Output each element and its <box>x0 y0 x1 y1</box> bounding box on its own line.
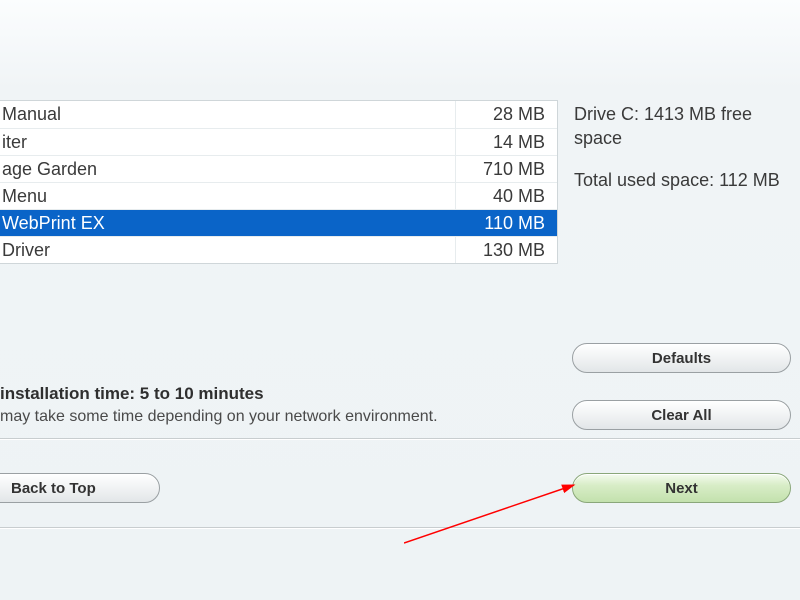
software-name: iter <box>0 129 455 155</box>
drive-free-text: Drive C: 1413 MB free space <box>574 102 784 150</box>
software-name: Menu <box>0 183 455 209</box>
software-size: 130 MB <box>455 237 557 263</box>
software-row[interactable]: WebPrint EX110 MB <box>0 209 557 236</box>
total-used-text: Total used space: 112 MB <box>574 168 784 192</box>
software-row[interactable]: Manual28 MB <box>0 101 557 128</box>
next-button[interactable]: Next <box>572 473 791 503</box>
software-size: 40 MB <box>455 183 557 209</box>
clear-all-button[interactable]: Clear All <box>572 400 791 430</box>
install-estimate-title: installation time: 5 to 10 minutes <box>0 384 560 404</box>
separator <box>0 527 800 529</box>
software-size: 110 MB <box>455 210 557 236</box>
software-size: 14 MB <box>455 129 557 155</box>
back-to-top-button[interactable]: Back to Top <box>0 473 160 503</box>
install-estimate: installation time: 5 to 10 minutes may t… <box>0 384 560 426</box>
install-estimate-note: may take some time depending on your net… <box>0 408 560 426</box>
software-size: 710 MB <box>455 156 557 182</box>
software-name: Manual <box>0 101 455 128</box>
software-row[interactable]: Driver130 MB <box>0 236 557 263</box>
defaults-button[interactable]: Defaults <box>572 343 791 373</box>
software-row[interactable]: age Garden710 MB <box>0 155 557 182</box>
software-name: age Garden <box>0 156 455 182</box>
software-size: 28 MB <box>455 101 557 128</box>
software-row[interactable]: Menu40 MB <box>0 182 557 209</box>
software-name: WebPrint EX <box>0 210 455 236</box>
software-row[interactable]: iter14 MB <box>0 128 557 155</box>
separator <box>0 438 800 440</box>
space-info: Drive C: 1413 MB free space Total used s… <box>574 102 784 192</box>
software-name: Driver <box>0 237 455 263</box>
software-list[interactable]: Manual28 MBiter14 MBage Garden710 MBMenu… <box>0 100 558 264</box>
